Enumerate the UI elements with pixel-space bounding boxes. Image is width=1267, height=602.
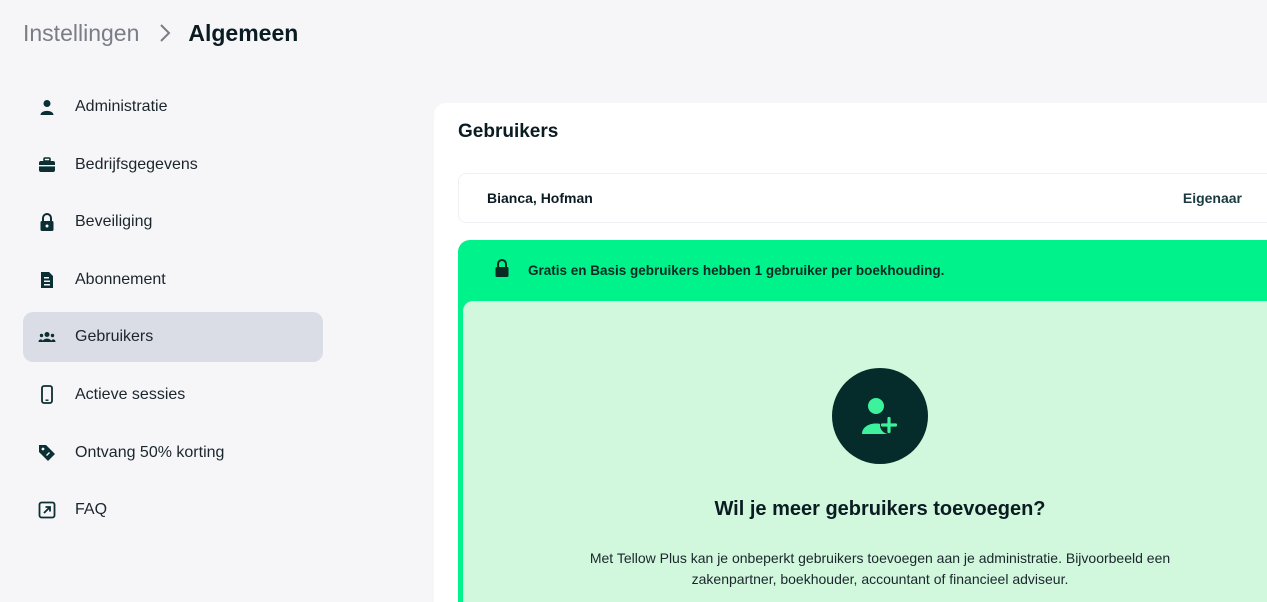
sidebar-item-bedrijfsgegevens[interactable]: Bedrijfsgegevens	[23, 140, 323, 190]
sidebar-item-label: Gebruikers	[75, 328, 154, 346]
add-user-icon	[832, 368, 928, 464]
sidebar-item-administratie[interactable]: Administratie	[23, 82, 323, 132]
lock-icon	[494, 258, 510, 282]
users-panel: Gebruikers Bianca, Hofman Eigenaar Grati…	[434, 103, 1267, 602]
chevron-right-icon	[159, 23, 171, 43]
section-title: Gebruikers	[458, 121, 559, 142]
document-icon	[37, 270, 57, 290]
upsell-banner-text: Gratis en Basis gebruikers hebben 1 gebr…	[528, 262, 945, 278]
page-title: Algemeen	[188, 19, 299, 46]
upsell-body: Wil je meer gebruikers toevoegen? Met Te…	[463, 301, 1267, 602]
sidebar-item-label: Ontvang 50% korting	[75, 443, 225, 461]
tag-icon	[37, 443, 57, 463]
settings-sidebar: Administratie Bedrijfsgegevens Beveiligi…	[23, 82, 323, 543]
users-icon	[37, 327, 57, 347]
user-name: Bianca, Hofman	[487, 190, 593, 206]
briefcase-icon	[37, 155, 57, 175]
sidebar-item-ontvang-korting[interactable]: Ontvang 50% korting	[23, 428, 323, 478]
phone-icon	[37, 385, 57, 405]
upsell-heading: Wil je meer gebruikers toevoegen?	[714, 498, 1046, 520]
breadcrumb: Instellingen Algemeen	[23, 18, 298, 48]
user-role: Eigenaar	[1182, 190, 1242, 206]
upsell-description: Met Tellow Plus kan je onbeperkt gebruik…	[589, 550, 1171, 587]
sidebar-item-label: Administratie	[75, 98, 168, 115]
sidebar-item-label: Bedrijfsgegevens	[75, 155, 198, 173]
sidebar-item-label: FAQ	[75, 501, 108, 519]
upsell-card: Gratis en Basis gebruikers hebben 1 gebr…	[458, 240, 1267, 602]
sidebar-item-label: Actieve sessies	[75, 385, 186, 403]
lock-icon	[37, 212, 57, 232]
user-row[interactable]: Bianca, Hofman Eigenaar	[458, 173, 1267, 223]
sidebar-item-beveiliging[interactable]: Beveiliging	[23, 197, 323, 247]
sidebar-item-label: Beveiliging	[75, 213, 153, 231]
breadcrumb-parent[interactable]: Instellingen	[23, 20, 139, 47]
external-link-icon	[37, 500, 57, 520]
person-icon	[37, 97, 57, 117]
sidebar-item-abonnement[interactable]: Abonnement	[23, 255, 323, 305]
sidebar-item-faq[interactable]: FAQ	[23, 485, 323, 535]
upsell-banner: Gratis en Basis gebruikers hebben 1 gebr…	[458, 240, 1267, 300]
sidebar-item-gebruikers[interactable]: Gebruikers	[23, 312, 323, 363]
sidebar-item-actieve-sessies[interactable]: Actieve sessies	[23, 370, 323, 420]
sidebar-item-label: Abonnement	[75, 270, 166, 288]
